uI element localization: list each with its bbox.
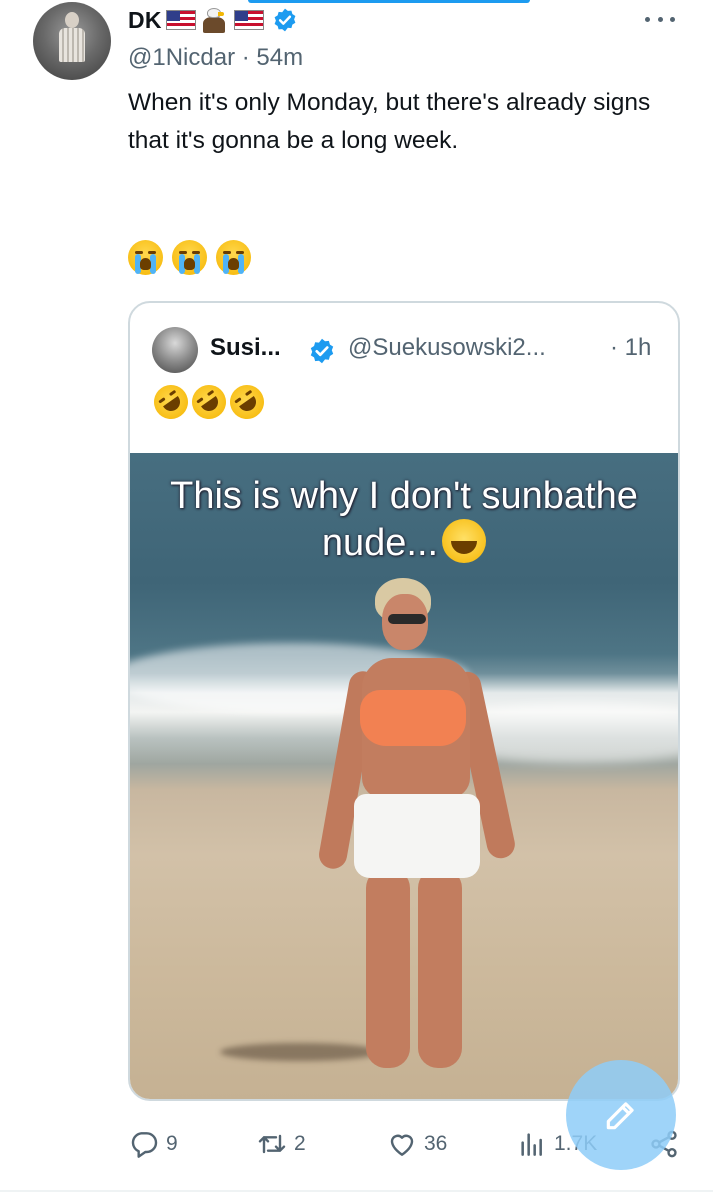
rolling-on-floor-laughing-icon bbox=[223, 378, 271, 426]
tears-of-joy-icon bbox=[442, 519, 487, 563]
compose-tweet-button[interactable] bbox=[566, 1060, 676, 1170]
avatar-figure bbox=[57, 12, 87, 72]
retweet-count: 2 bbox=[294, 1132, 306, 1155]
reply-count: 9 bbox=[166, 1132, 178, 1155]
retweet-button[interactable]: 2 bbox=[256, 1120, 306, 1168]
author-name-row[interactable]: DK bbox=[128, 5, 298, 35]
compose-icon bbox=[606, 1102, 634, 1130]
quoted-emoji-row bbox=[147, 378, 271, 426]
author-avatar[interactable] bbox=[33, 2, 111, 80]
photo-subject bbox=[310, 578, 518, 1078]
author-meta: @1Nicdar · 54m bbox=[128, 44, 303, 72]
image-caption-text: This is why I don't sunbathe nude... bbox=[170, 475, 638, 564]
meta-separator: · bbox=[241, 44, 257, 71]
divider bbox=[0, 1190, 713, 1192]
tweet-text: When it's only Monday, but there's alrea… bbox=[128, 89, 651, 154]
loudly-crying-face-icon bbox=[172, 240, 207, 275]
quoted-tweet-card[interactable]: Susi... @Suekusowski2... · 1h This is wh… bbox=[128, 301, 680, 1101]
quoted-tweet-timestamp[interactable]: · 1h bbox=[610, 334, 651, 362]
quoted-media-image[interactable]: This is why I don't sunbathe nude... bbox=[130, 453, 678, 1099]
quoted-author-handle[interactable]: @Suekusowski2... bbox=[348, 334, 546, 362]
quoted-author-name[interactable]: Susi... bbox=[210, 334, 281, 362]
tweet-emoji-row bbox=[128, 240, 251, 275]
quoted-author-avatar[interactable] bbox=[152, 327, 198, 373]
us-flag-icon bbox=[165, 10, 196, 30]
loudly-crying-face-icon bbox=[128, 240, 163, 275]
image-caption: This is why I don't sunbathe nude... bbox=[130, 473, 678, 566]
reply-icon bbox=[131, 1132, 158, 1158]
author-display-name[interactable]: DK bbox=[128, 7, 162, 34]
like-icon bbox=[390, 1134, 414, 1156]
loudly-crying-face-icon bbox=[216, 240, 251, 275]
eagle-icon bbox=[200, 6, 228, 34]
more-icon[interactable] bbox=[645, 12, 675, 26]
like-button[interactable]: 36 bbox=[386, 1120, 447, 1168]
reply-button[interactable]: 9 bbox=[128, 1120, 178, 1168]
verified-badge-icon bbox=[310, 338, 334, 364]
us-flag-icon bbox=[233, 10, 264, 30]
like-count: 36 bbox=[424, 1132, 448, 1155]
tweet-timestamp[interactable]: 54m bbox=[256, 44, 303, 71]
rolling-on-floor-laughing-icon bbox=[147, 378, 195, 426]
views-icon bbox=[521, 1133, 542, 1156]
verified-badge-icon bbox=[274, 8, 296, 32]
author-handle[interactable]: @1Nicdar bbox=[128, 44, 235, 71]
retweet-icon bbox=[258, 1134, 286, 1154]
top-accent-bar bbox=[248, 0, 530, 3]
rolling-on-floor-laughing-icon bbox=[185, 378, 233, 426]
